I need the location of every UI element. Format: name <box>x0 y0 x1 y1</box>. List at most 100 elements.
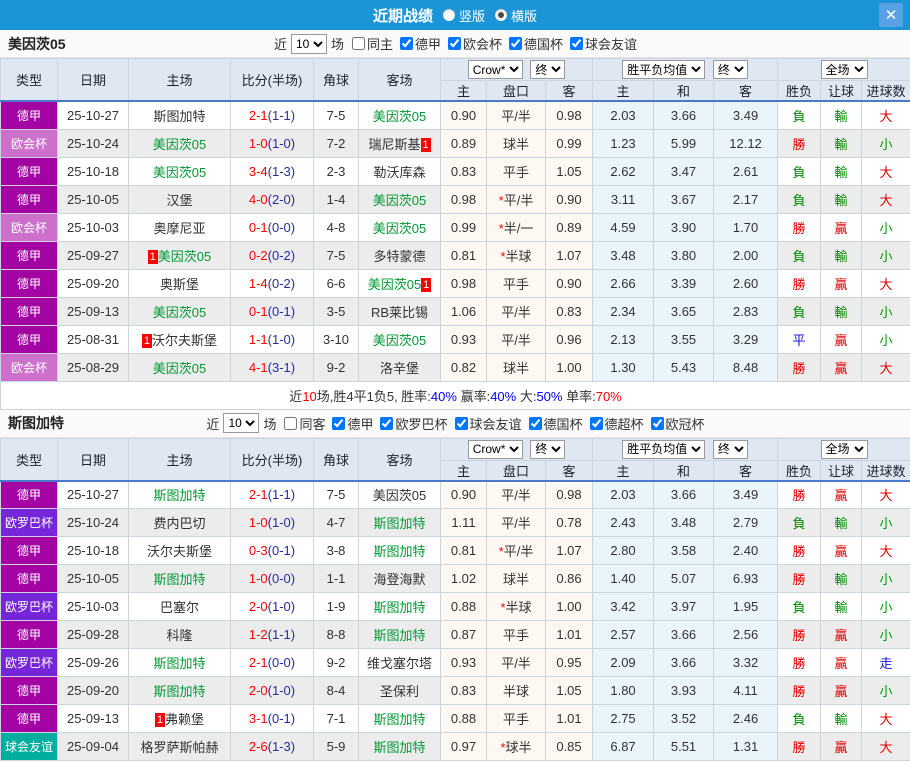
match-date: 25-10-27 <box>58 481 129 509</box>
away-team: 美因茨05 <box>359 325 441 353</box>
league-filter[interactable]: 德国杯 <box>502 34 563 53</box>
home-odds: 0.81 <box>441 537 487 565</box>
match-type-badge: 德甲 <box>1 297 58 325</box>
scope-select[interactable]: 全场 <box>821 60 868 79</box>
same-venue-filter[interactable]: 同客 <box>277 414 325 433</box>
col-type: 类型 <box>1 59 58 102</box>
result-wdl: 負 <box>778 593 821 621</box>
result-goals: 大 <box>862 481 910 509</box>
league-checkbox[interactable] <box>529 417 542 430</box>
home-odds: 0.99 <box>441 213 487 241</box>
odds-source-select[interactable]: Crow* <box>468 440 523 459</box>
radio-icon[interactable] <box>443 9 455 21</box>
match-score: 0-1(0-1) <box>231 297 314 325</box>
col-away: 客场 <box>359 59 441 102</box>
team-label: 美因茨05 <box>158 249 211 264</box>
handicap: *半球 <box>487 241 546 269</box>
avg-home: 4.59 <box>593 213 654 241</box>
avg-group-header: 胜平负均值 终 <box>593 59 778 81</box>
league-checkbox[interactable] <box>509 37 522 50</box>
away-team: RB莱比锡 <box>359 297 441 325</box>
team-label: 美因茨05 <box>153 165 206 180</box>
odds-source-select[interactable]: Crow* <box>468 60 523 79</box>
radio-label-vertical[interactable]: 竖版 <box>459 6 485 25</box>
league-filter[interactable]: 德甲 <box>325 414 373 433</box>
final-odds-select[interactable]: 终 <box>530 60 565 79</box>
section-header-stuttgart: 斯图加特 近 10 场 同客 德甲欧罗巴杯球会友谊德国杯德超杯欧冠杯 <box>0 410 910 438</box>
league-filter[interactable]: 德甲 <box>393 34 441 53</box>
same-venue-checkbox[interactable] <box>284 417 297 430</box>
league-filter[interactable]: 球会友谊 <box>563 34 637 53</box>
avg-select[interactable]: 胜平负均值 <box>622 440 705 459</box>
home-team: 沃尔夫斯堡 <box>129 537 231 565</box>
result-handicap: 贏 <box>821 325 862 353</box>
corner-count: 7-5 <box>314 101 359 129</box>
result-handicap: 輸 <box>821 297 862 325</box>
recent-count-select[interactable]: 10 <box>223 413 259 433</box>
league-filter[interactable]: 欧罗巴杯 <box>373 414 447 433</box>
result-wdl: 負 <box>778 157 821 185</box>
same-venue-filter[interactable]: 同主 <box>345 34 393 53</box>
final-odds-select[interactable]: 终 <box>530 440 565 459</box>
result-handicap: 輸 <box>821 565 862 593</box>
league-checkbox[interactable] <box>570 37 583 50</box>
result-wdl: 勝 <box>778 213 821 241</box>
league-checkbox[interactable] <box>651 417 664 430</box>
team-label: 斯图加特 <box>153 684 205 699</box>
result-goals: 大 <box>862 353 910 381</box>
league-checkbox[interactable] <box>380 417 393 430</box>
match-score: 2-1(1-1) <box>231 101 314 129</box>
league-filter[interactable]: 德国杯 <box>522 414 583 433</box>
league-label: 德甲 <box>347 414 373 433</box>
result-wdl: 負 <box>778 509 821 537</box>
summary-segment: 10 <box>302 389 316 404</box>
col-avg-away: 客 <box>714 460 778 481</box>
games-label: 场 <box>331 34 344 53</box>
league-checkbox[interactable] <box>455 417 468 430</box>
match-row: 欧罗巴杯25-10-24费内巴切1-0(1-0)4-7斯图加特1.11平/半0.… <box>1 509 910 537</box>
final-avg-select[interactable]: 终 <box>713 440 748 459</box>
result-goals: 小 <box>862 593 910 621</box>
same-venue-checkbox[interactable] <box>352 37 365 50</box>
match-date: 25-10-27 <box>58 101 129 129</box>
result-wdl: 勝 <box>778 269 821 297</box>
handicap: 平手 <box>487 621 546 649</box>
match-score: 0-1(0-0) <box>231 213 314 241</box>
team-label: 勒沃库森 <box>373 165 425 180</box>
avg-away: 2.83 <box>714 297 778 325</box>
avg-away: 2.40 <box>714 537 778 565</box>
result-goals: 小 <box>862 509 910 537</box>
corner-count: 6-6 <box>314 269 359 297</box>
radio-icon-selected[interactable] <box>495 9 507 21</box>
result-wdl: 勝 <box>778 129 821 157</box>
team-label: 斯图加特 <box>373 628 425 643</box>
final-avg-select[interactable]: 终 <box>713 60 748 79</box>
match-row: 德甲25-08-311沃尔夫斯堡1-1(1-0)3-10美因茨050.93平/半… <box>1 325 910 353</box>
league-checkbox[interactable] <box>590 417 603 430</box>
result-goals: 大 <box>862 101 910 129</box>
league-checkbox[interactable] <box>400 37 413 50</box>
match-type-badge: 欧罗巴杯 <box>1 593 58 621</box>
league-filter[interactable]: 德超杯 <box>583 414 644 433</box>
league-filter[interactable]: 欧冠杯 <box>644 414 705 433</box>
match-date: 25-10-18 <box>58 537 129 565</box>
recent-count-select[interactable]: 10 <box>291 34 327 54</box>
avg-home: 2.75 <box>593 705 654 733</box>
close-icon[interactable]: ✕ <box>879 3 903 27</box>
handicap: 平手 <box>487 269 546 297</box>
avg-draw: 3.97 <box>654 593 714 621</box>
avg-select[interactable]: 胜平负均值 <box>622 60 705 79</box>
results-table-stuttgart: 类型 日期 主场 比分(半场) 角球 客场 Crow* 终 胜平负均值 终 全场… <box>0 438 910 761</box>
odds-group-header: Crow* 终 <box>441 59 593 81</box>
radio-label-horizontal[interactable]: 横版 <box>511 6 537 25</box>
col-goals: 进球数 <box>862 81 910 102</box>
league-checkbox[interactable] <box>448 37 461 50</box>
away-odds: 1.07 <box>546 241 593 269</box>
layout-option-vertical[interactable]: 竖版 <box>433 6 485 25</box>
league-filter[interactable]: 欧会杯 <box>441 34 502 53</box>
home-team: 美因茨05 <box>129 353 231 381</box>
league-checkbox[interactable] <box>332 417 345 430</box>
scope-select[interactable]: 全场 <box>821 440 868 459</box>
league-filter[interactable]: 球会友谊 <box>448 414 522 433</box>
layout-option-horizontal[interactable]: 横版 <box>485 6 537 25</box>
